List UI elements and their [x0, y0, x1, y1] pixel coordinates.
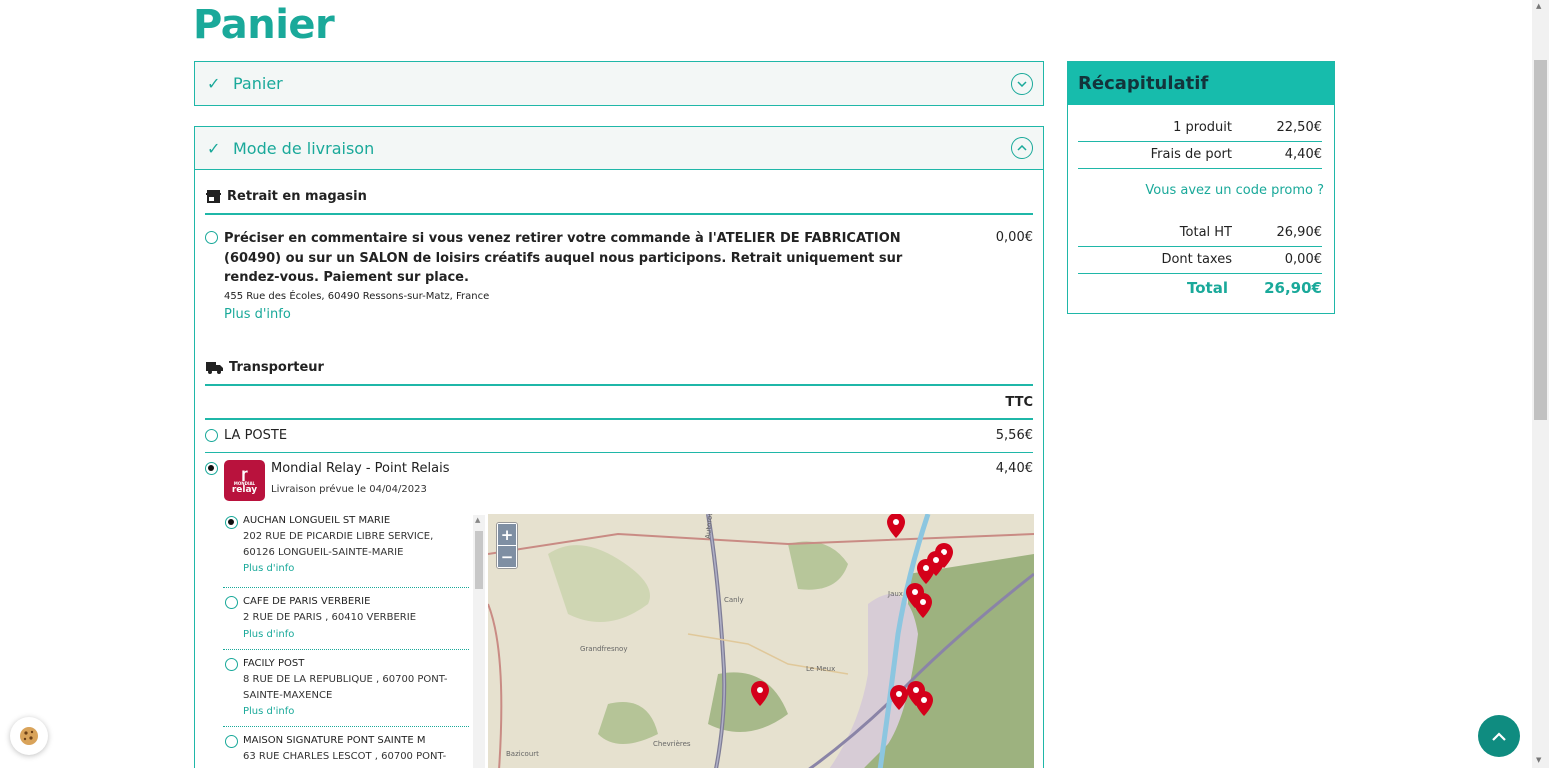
map-marker-icon[interactable]: [749, 680, 771, 710]
check-icon: ✓: [207, 138, 221, 158]
order-summary-title: Récapitulatif: [1068, 62, 1334, 105]
relay-radio[interactable]: [225, 596, 238, 609]
cookie-icon: [20, 727, 38, 745]
relay-info-link[interactable]: Plus d'info: [243, 629, 469, 640]
la-poste-price: 5,56€: [995, 428, 1033, 443]
scroll-up-icon[interactable]: ▲: [475, 516, 480, 524]
relay-list-scrollbar[interactable]: ▲: [473, 515, 485, 768]
svg-text:Canly: Canly: [724, 596, 744, 604]
page-scrollbar[interactable]: ▲ ▼: [1532, 0, 1549, 768]
map-marker-icon[interactable]: [912, 592, 934, 622]
mondial-relay-radio[interactable]: [205, 462, 218, 475]
summary-row-shipping: Frais de port 4,40€: [1150, 147, 1322, 162]
store-pickup-price: 0,00€: [995, 230, 1033, 245]
divider: [205, 213, 1033, 215]
accordion-livraison-header[interactable]: ✓ Mode de livraison: [195, 127, 1043, 170]
divider: [1078, 168, 1322, 169]
relay-radio[interactable]: [225, 516, 238, 529]
accordion-livraison: ✓ Mode de livraison Retrait en magasin P…: [194, 126, 1044, 768]
back-to-top-button[interactable]: [1478, 715, 1520, 757]
promo-code-link[interactable]: Vous avez un code promo ?: [1145, 183, 1324, 198]
svg-text:Bazicourt: Bazicourt: [506, 750, 539, 758]
cookie-settings-button[interactable]: [10, 717, 48, 755]
relay-item[interactable]: AUCHAN LONGUEIL ST MARIE 202 RUE DE PICA…: [223, 515, 469, 588]
svg-text:Jaux: Jaux: [887, 590, 903, 598]
scroll-thumb[interactable]: [475, 531, 483, 589]
divider: [205, 384, 1033, 386]
svg-text:Grandfresnoy: Grandfresnoy: [580, 645, 627, 653]
summary-row-total-ht: Total HT 26,90€: [1179, 225, 1322, 240]
chevron-down-icon[interactable]: [1011, 72, 1033, 95]
accordion-livraison-label: Mode de livraison: [233, 138, 375, 158]
scroll-up-icon[interactable]: ▲: [1536, 2, 1541, 10]
mondial-relay-price: 4,40€: [995, 461, 1033, 476]
store-pickup-info-link[interactable]: Plus d'info: [224, 307, 291, 322]
zoom-in-button[interactable]: +: [498, 524, 516, 545]
page-title: Panier: [193, 2, 335, 48]
la-poste-name: LA POSTE: [224, 428, 288, 443]
ttc-header: TTC: [1005, 395, 1033, 410]
scroll-down-icon[interactable]: ▼: [1536, 756, 1541, 764]
relay-point-list: AUCHAN LONGUEIL ST MARIE 202 RUE DE PICA…: [223, 515, 469, 767]
map-marker-icon[interactable]: [885, 514, 907, 542]
relay-info-link[interactable]: Plus d'info: [243, 563, 469, 574]
relay-info-link[interactable]: Plus d'info: [243, 706, 469, 717]
mondial-relay-logo: ɼ MONDIAL relay: [224, 460, 265, 501]
truck-icon: [206, 361, 223, 374]
divider: [205, 418, 1033, 420]
map-zoom-control: + −: [496, 522, 518, 569]
relay-item[interactable]: MAISON SIGNATURE PONT SAINTE M 63 RUE CH…: [223, 727, 469, 767]
relay-item[interactable]: FACILY POST 8 RUE DE LA REPUBLIQUE , 607…: [223, 650, 469, 727]
zoom-out-button[interactable]: −: [498, 546, 516, 567]
store-pickup-radio[interactable]: [205, 231, 218, 244]
mondial-relay-delivery: Livraison prévue le 04/04/2023: [271, 484, 427, 495]
summary-row-products: 1 produit 22,50€: [1173, 120, 1322, 135]
store-icon: [206, 190, 221, 203]
order-summary: Récapitulatif 1 produit 22,50€ Frais de …: [1067, 61, 1335, 314]
mondial-relay-name: Mondial Relay - Point Relais: [271, 461, 450, 476]
accordion-panier-label: Panier: [233, 74, 283, 93]
svg-text:Chevrières: Chevrières: [653, 740, 691, 748]
relay-map[interactable]: Grandfresnoy Canly Le Meux Chevrières Ba…: [488, 514, 1034, 768]
chevron-up-icon: [1492, 731, 1506, 741]
summary-row-total: Total 26,90€: [1187, 278, 1322, 297]
chevron-up-icon[interactable]: [1011, 137, 1033, 159]
scroll-thumb[interactable]: [1534, 60, 1547, 420]
svg-text:Le Meux: Le Meux: [806, 665, 835, 673]
relay-radio[interactable]: [225, 735, 238, 748]
check-icon: ✓: [207, 74, 221, 93]
map-marker-icon[interactable]: [913, 690, 935, 720]
relay-item[interactable]: CAFE DE PARIS VERBERIE 2 RUE DE PARIS , …: [223, 588, 469, 650]
divider: [205, 452, 1033, 453]
store-pickup-address: 455 Rue des Écoles, 60490 Ressons-sur-Ma…: [224, 291, 490, 302]
store-pickup-title: Retrait en magasin: [206, 189, 367, 204]
relay-radio[interactable]: [225, 658, 238, 671]
carrier-title: Transporteur: [206, 360, 324, 375]
summary-row-taxes: Dont taxes 0,00€: [1161, 252, 1322, 267]
store-pickup-description: Préciser en commentaire si vous venez re…: [224, 231, 903, 285]
accordion-panier-header[interactable]: ✓ Panier: [195, 62, 1043, 105]
la-poste-radio[interactable]: [205, 429, 218, 442]
accordion-panier[interactable]: ✓ Panier: [194, 61, 1044, 106]
